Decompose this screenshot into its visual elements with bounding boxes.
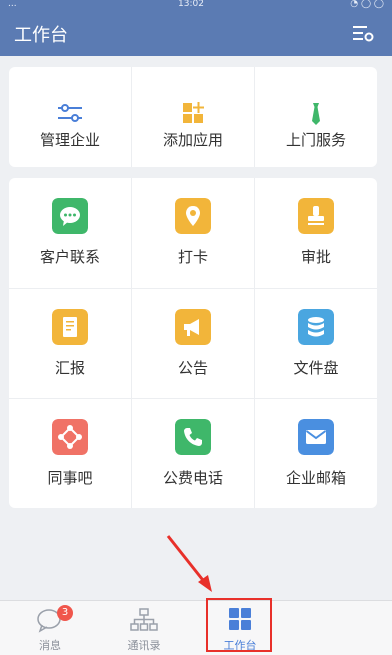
unread-badge: 3 [57, 605, 73, 621]
page-title: 工作台 [14, 25, 68, 46]
location-pin-icon [175, 198, 211, 234]
action-label: 添加应用 [162, 131, 223, 149]
app-label: 汇报 [54, 359, 85, 377]
mail-icon [298, 419, 334, 455]
chat-icon [52, 198, 88, 234]
nav-contacts[interactable]: 通讯录 [94, 601, 194, 655]
nav-label: 消息 [39, 639, 61, 652]
app-announcement[interactable]: 公告 [132, 289, 254, 399]
app-report[interactable]: 汇报 [9, 289, 131, 399]
app-label: 公费电话 [162, 469, 223, 487]
app-label: 客户联系 [39, 248, 100, 266]
app-approval[interactable]: 审批 [255, 178, 377, 288]
app-label: 文件盘 [293, 359, 339, 377]
action-onsite-service[interactable]: 上门服务 [255, 67, 377, 167]
network-icon [52, 419, 88, 455]
database-icon [298, 309, 334, 345]
report-icon [52, 309, 88, 345]
action-label: 上门服务 [285, 131, 346, 149]
org-chart-icon [130, 608, 158, 631]
app-enterprise-mail[interactable]: 企业邮箱 [255, 399, 377, 509]
app-label: 打卡 [177, 248, 208, 266]
app-label: 公告 [177, 359, 208, 377]
settings-list-icon[interactable] [352, 23, 374, 43]
app-customer-contact[interactable]: 客户联系 [9, 178, 131, 288]
annotation-arrow [166, 535, 212, 592]
tie-icon [312, 103, 320, 125]
status-time: 13:02 [178, 0, 204, 9]
app-header: 工作台 [0, 10, 392, 56]
app-file-drive[interactable]: 文件盘 [255, 289, 377, 399]
app-label: 企业邮箱 [285, 469, 346, 487]
sliders-icon [58, 104, 82, 122]
app-public-phone[interactable]: 公费电话 [132, 399, 254, 509]
status-left: ... [8, 0, 17, 9]
add-app-icon [183, 102, 204, 123]
nav-label: 通讯录 [127, 639, 161, 652]
annotation-highlight-box [206, 598, 272, 652]
nav-messages[interactable]: 3 消息 [0, 601, 100, 655]
action-manage-company[interactable]: 管理企业 [9, 67, 131, 167]
app-label: 审批 [300, 248, 331, 266]
action-add-app[interactable]: 添加应用 [132, 67, 254, 167]
status-bar: ... 13:02 ◔ ◯ ◯ [0, 0, 392, 10]
app-check-in[interactable]: 打卡 [132, 178, 254, 288]
app-label: 同事吧 [47, 469, 93, 487]
stamp-icon [298, 198, 334, 234]
megaphone-icon [175, 309, 211, 345]
top-actions-card: 管理企业 添加应用 上门服务 [9, 67, 377, 167]
app-colleague-bar[interactable]: 同事吧 [9, 399, 131, 509]
bottom-nav: 3 消息 通讯录 工作台 [0, 600, 392, 655]
phone-icon [175, 419, 211, 455]
status-right: ◔ ◯ ◯ [350, 0, 384, 9]
action-label: 管理企业 [39, 131, 100, 149]
apps-card: 客户联系 打卡 审批 汇报 公告 文件盘 同事吧 公费电话 企业邮箱 [9, 178, 377, 508]
